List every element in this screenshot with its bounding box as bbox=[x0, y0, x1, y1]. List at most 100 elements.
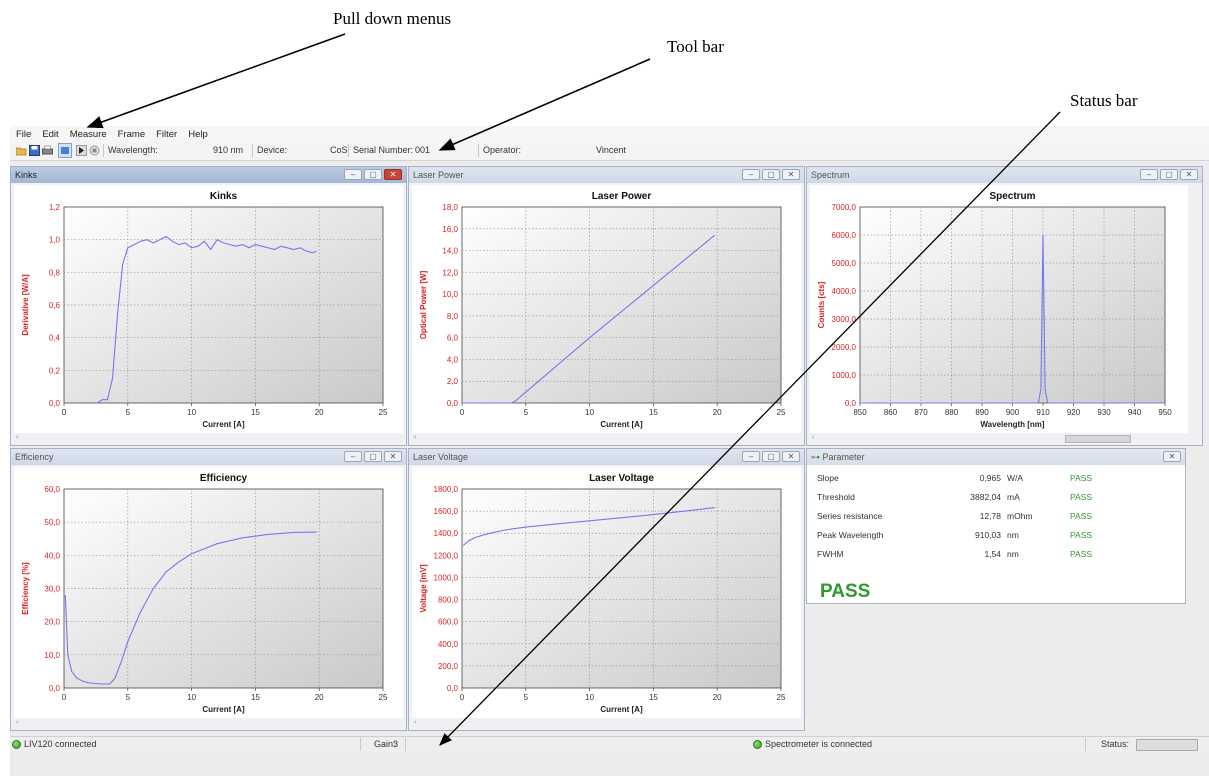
y-tick-label: 5000,0 bbox=[832, 259, 857, 268]
kinks-window-title: Kinks bbox=[15, 170, 38, 180]
tool-bar: Wavelength: 910 nm Device: CoS Serial Nu… bbox=[10, 142, 1209, 161]
wavelength-value[interactable]: 910 nm bbox=[213, 145, 243, 155]
y-axis-label: Voltage [mV] bbox=[419, 564, 428, 613]
x-axis-label: Current [A] bbox=[600, 420, 643, 429]
vertical-scrollbar[interactable] bbox=[1189, 185, 1199, 433]
y-tick-label: 10,0 bbox=[442, 290, 458, 299]
y-tick-label: 40,0 bbox=[44, 551, 60, 560]
horizontal-scrollbar[interactable]: ‹ bbox=[14, 434, 403, 443]
x-tick-label: 5 bbox=[126, 693, 131, 702]
minimize-icon[interactable]: – bbox=[344, 451, 362, 462]
y-tick-label: 1200,0 bbox=[434, 551, 459, 560]
minimize-icon[interactable]: – bbox=[742, 169, 760, 180]
close-icon[interactable]: ✕ bbox=[782, 169, 800, 180]
menu-edit[interactable]: Edit bbox=[42, 129, 58, 140]
x-tick-label: 930 bbox=[1097, 408, 1111, 417]
application-window: File Edit Measure Frame Filter Help Wave… bbox=[10, 126, 1209, 776]
x-tick-label: 20 bbox=[315, 693, 324, 702]
plot-area bbox=[63, 206, 384, 404]
play-icon[interactable] bbox=[76, 145, 87, 156]
print-icon[interactable] bbox=[42, 145, 53, 156]
restore-icon[interactable]: ▢ bbox=[762, 451, 780, 462]
x-tick-label: 870 bbox=[914, 408, 928, 417]
kinks-chart: 0,0 0,2 0,4 0,6 0,8 1,0 1,2 0 5 10 15 20 25 Kinks Curr… bbox=[21, 191, 388, 429]
measure-icon[interactable] bbox=[58, 143, 72, 158]
y-tick-label: 12,0 bbox=[442, 268, 458, 277]
close-icon[interactable]: ✕ bbox=[384, 451, 402, 462]
menu-file[interactable]: File bbox=[16, 129, 31, 140]
chart-title: Laser Voltage bbox=[589, 473, 654, 484]
menu-frame[interactable]: Frame bbox=[118, 129, 145, 140]
x-tick-label: 20 bbox=[713, 408, 722, 417]
restore-icon[interactable]: ▢ bbox=[762, 169, 780, 180]
x-axis-label: Current [A] bbox=[202, 705, 245, 714]
connected-indicator-icon bbox=[12, 740, 21, 749]
y-tick-label: 2000,0 bbox=[832, 343, 857, 352]
y-tick-label: 60,0 bbox=[44, 485, 60, 494]
minimize-icon[interactable]: – bbox=[344, 169, 362, 180]
spectrum-chart: 0,0 1000,0 2000,0 3000,0 4000,0 5000,0 6000,0 7… bbox=[817, 191, 1172, 429]
spectrometer-status: Spectrometer is connected bbox=[753, 739, 872, 749]
chart-title: Efficiency bbox=[200, 473, 248, 484]
operator-value[interactable]: Vincent bbox=[596, 145, 626, 155]
close-icon[interactable]: ✕ bbox=[1163, 451, 1181, 462]
gain-value: 3 bbox=[393, 739, 399, 749]
y-axis-label: Derivative [W/A] bbox=[21, 274, 30, 336]
y-tick-label: 0,0 bbox=[447, 399, 459, 408]
laser-power-window: Laser Power – ▢ ✕ 0,0 2,0 4,0 6,0 8,0 10,0 12,0 1… bbox=[408, 166, 805, 446]
close-icon[interactable]: ✕ bbox=[782, 451, 800, 462]
callout-pull-down-menus: Pull down menus bbox=[333, 9, 452, 28]
menu-measure[interactable]: Measure bbox=[70, 129, 107, 140]
x-tick-label: 25 bbox=[379, 408, 388, 417]
device-value[interactable]: CoS bbox=[330, 145, 348, 155]
x-tick-label: 10 bbox=[585, 693, 594, 702]
horizontal-scrollbar[interactable]: ‹ bbox=[810, 434, 1199, 443]
x-tick-label: 910 bbox=[1036, 408, 1050, 417]
plot-area bbox=[461, 488, 782, 689]
minimize-icon[interactable]: – bbox=[1140, 169, 1158, 180]
horizontal-scrollbar[interactable]: ‹ bbox=[412, 434, 801, 443]
restore-icon[interactable]: ▢ bbox=[1160, 169, 1178, 180]
serial-number-value[interactable]: 001 bbox=[415, 145, 430, 155]
device-label: Device: bbox=[257, 145, 288, 155]
horizontal-scrollbar[interactable]: ‹ bbox=[412, 719, 801, 728]
y-axis-label: Efficiency [%] bbox=[21, 562, 30, 615]
laser-voltage-window: Laser Voltage – ▢ ✕ 0,0 200,0 400,0 600,0 800,… bbox=[408, 448, 805, 731]
menu-help[interactable]: Help bbox=[188, 129, 208, 140]
y-tick-label: 1600,0 bbox=[434, 507, 459, 516]
y-tick-label: 1800,0 bbox=[434, 485, 459, 494]
x-tick-label: 10 bbox=[585, 408, 594, 417]
save-icon[interactable] bbox=[29, 145, 40, 156]
status-bar: LIV120 connected Gain: 3 Spectrometer is… bbox=[10, 736, 1209, 752]
connected-indicator-icon bbox=[753, 740, 762, 749]
y-tick-label: 18,0 bbox=[442, 203, 458, 212]
open-folder-icon[interactable] bbox=[15, 145, 27, 156]
parameter-window-title: ⊶ Parameter bbox=[811, 452, 865, 462]
restore-icon[interactable]: ▢ bbox=[364, 169, 382, 180]
close-icon[interactable]: ✕ bbox=[1180, 169, 1198, 180]
close-icon[interactable]: ✕ bbox=[384, 169, 402, 180]
y-tick-label: 1000,0 bbox=[434, 573, 459, 582]
y-tick-label: 6,0 bbox=[447, 334, 459, 343]
horizontal-scrollbar[interactable]: ‹ bbox=[14, 719, 403, 728]
device-status: LIV120 connected bbox=[12, 739, 97, 749]
y-tick-label: 0,0 bbox=[49, 399, 61, 408]
status-progress-bar bbox=[1136, 739, 1198, 751]
minimize-icon[interactable]: – bbox=[742, 451, 760, 462]
parameter-window: ⊶ Parameter ✕ Slope 0,965 W/A PASS Thres… bbox=[806, 448, 1186, 604]
x-tick-label: 920 bbox=[1067, 408, 1081, 417]
laser-voltage-chart: 0,0 200,0 400,0 600,0 800,0 1000,0 1200,0 1400,… bbox=[419, 473, 786, 714]
y-tick-label: 8,0 bbox=[447, 312, 459, 321]
x-tick-label: 25 bbox=[379, 693, 388, 702]
x-tick-label: 15 bbox=[251, 408, 260, 417]
laser-voltage-window-title: Laser Voltage bbox=[413, 452, 469, 462]
y-tick-label: 800,0 bbox=[438, 596, 459, 605]
x-tick-label: 25 bbox=[777, 408, 786, 417]
restore-icon[interactable]: ▢ bbox=[364, 451, 382, 462]
x-tick-label: 0 bbox=[460, 408, 465, 417]
stop-icon[interactable] bbox=[89, 145, 100, 156]
y-tick-label: 14,0 bbox=[442, 247, 458, 256]
status-label: Status: bbox=[1101, 739, 1130, 749]
menu-filter[interactable]: Filter bbox=[156, 129, 177, 140]
x-tick-label: 0 bbox=[460, 693, 465, 702]
